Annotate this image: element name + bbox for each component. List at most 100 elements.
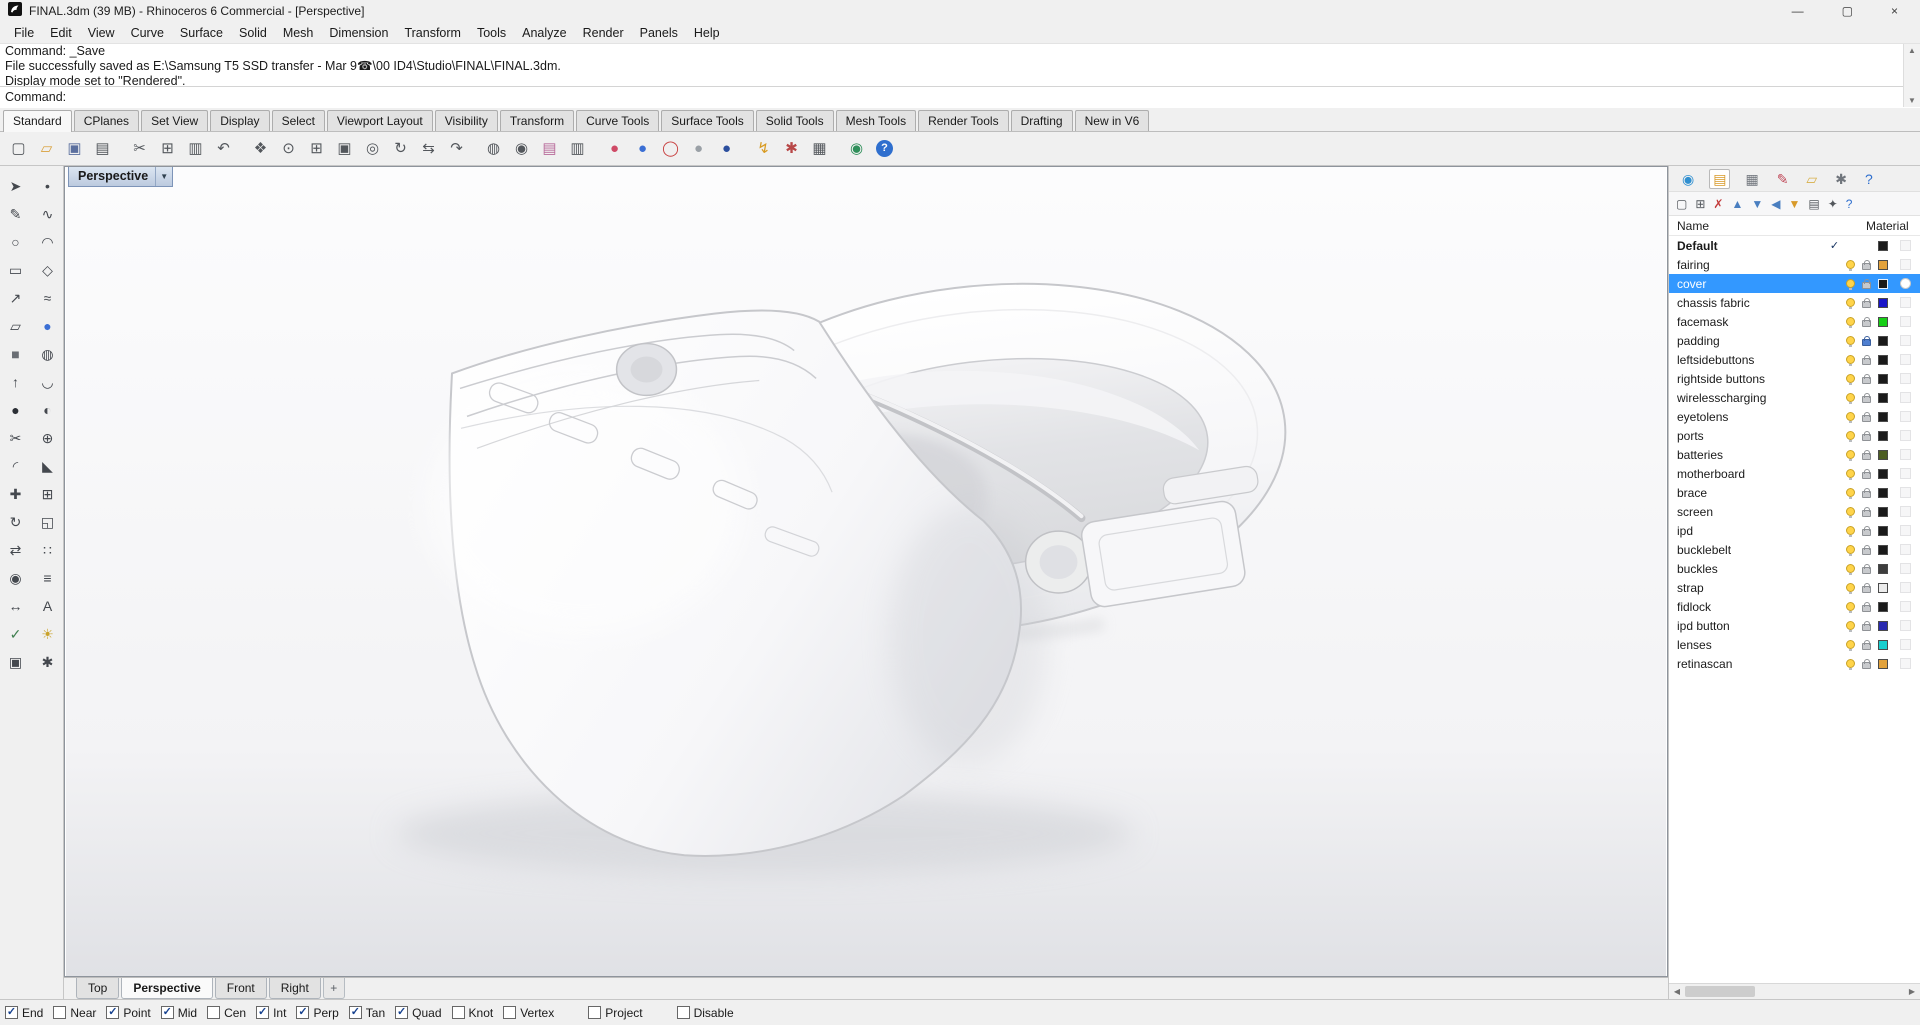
layer-color-swatch[interactable] — [1874, 620, 1891, 631]
layer-color-swatch[interactable] — [1874, 563, 1891, 574]
osnap-checkbox[interactable]: ✓ — [5, 1006, 18, 1019]
layer-color-swatch[interactable] — [1874, 430, 1891, 441]
rotate-icon[interactable]: ↻ — [2, 509, 30, 535]
osnap-project[interactable]: Project — [588, 1006, 643, 1020]
layer-visibility-bulb-icon[interactable] — [1842, 393, 1858, 404]
layer-color-swatch[interactable] — [1874, 658, 1891, 669]
layer-material-swatch[interactable] — [1891, 658, 1920, 669]
new-viewport-tab-button[interactable]: + — [322, 978, 345, 999]
zoom-extents-icon[interactable]: ▣ — [331, 135, 358, 162]
layer-lock-icon[interactable] — [1858, 544, 1874, 555]
layer-lock-icon[interactable] — [1858, 411, 1874, 422]
osnap-checkbox[interactable] — [588, 1006, 602, 1019]
tab-drafting[interactable]: Drafting — [1010, 110, 1073, 131]
layer-visibility-bulb-icon[interactable] — [1842, 545, 1858, 556]
layer-material-swatch[interactable] — [1891, 620, 1920, 631]
layer-color-swatch[interactable] — [1874, 601, 1891, 612]
arc-icon[interactable]: ◠ — [34, 229, 62, 255]
collapse-button[interactable]: ◀ — [1771, 198, 1780, 210]
menu-solid[interactable]: Solid — [231, 24, 275, 42]
layer-lock-icon[interactable] — [1858, 487, 1874, 498]
fillet-icon[interactable]: ◜ — [2, 453, 30, 479]
layer-lock-icon[interactable] — [1858, 601, 1874, 612]
layer-lock-icon[interactable] — [1858, 620, 1874, 631]
layer-visibility-bulb-icon[interactable] — [1842, 412, 1858, 423]
layer-row[interactable]: ports — [1669, 426, 1920, 445]
menu-edit[interactable]: Edit — [42, 24, 80, 42]
layer-row[interactable]: screen — [1669, 502, 1920, 521]
menu-analyze[interactable]: Analyze — [514, 24, 574, 42]
zoom-dynamic-icon[interactable]: ⊙ — [275, 135, 302, 162]
close-button[interactable]: × — [1891, 4, 1898, 18]
undo-icon[interactable]: ↶ — [210, 135, 237, 162]
layer-panel-horizontal-scrollbar[interactable]: ◀ ▶ — [1669, 983, 1920, 999]
tab-select[interactable]: Select — [271, 110, 325, 131]
perspective-viewport[interactable]: Perspective ▼ — [64, 166, 1668, 977]
layer-material-swatch[interactable] — [1891, 563, 1920, 574]
osnap-checkbox[interactable]: ✓ — [395, 1006, 409, 1019]
tab-render-tools[interactable]: Render Tools — [918, 110, 1009, 131]
tab-curve-tools[interactable]: Curve Tools — [576, 110, 660, 131]
layer-lock-icon[interactable] — [1858, 506, 1874, 517]
osnap-perp[interactable]: ✓ Perp — [296, 1006, 339, 1020]
scroll-left-icon[interactable]: ◀ — [1669, 987, 1685, 996]
menu-help[interactable]: Help — [686, 24, 728, 42]
layer-lock-icon[interactable] — [1858, 316, 1874, 327]
explode-icon[interactable]: ✱ — [34, 649, 62, 675]
layer-lock-icon[interactable] — [1858, 525, 1874, 536]
tab-transform[interactable]: Transform — [499, 110, 575, 131]
join-icon[interactable]: ⊕ — [34, 425, 62, 451]
lock-objects-icon[interactable]: ◉ — [508, 135, 535, 162]
osnap-cen[interactable]: Cen — [207, 1006, 246, 1020]
layer-material-swatch[interactable] — [1891, 259, 1920, 270]
menu-file[interactable]: File — [6, 24, 42, 42]
column-header-name[interactable]: Name — [1669, 219, 1866, 233]
layer-material-swatch[interactable] — [1891, 582, 1920, 593]
layer-color-swatch[interactable] — [1874, 278, 1891, 289]
osnap-checkbox[interactable]: ✓ — [106, 1006, 120, 1019]
ghosted-mode-icon[interactable]: ● — [713, 135, 740, 162]
vp-tab-front[interactable]: Front — [214, 978, 267, 999]
delete-layer-button[interactable]: ✗ — [1713, 198, 1723, 210]
layer-color-swatch[interactable] — [1874, 411, 1891, 422]
layer-row[interactable]: fidlock — [1669, 597, 1920, 616]
layer-row[interactable]: Default ✓ — [1669, 236, 1920, 255]
loft-icon[interactable]: ◡ — [34, 369, 62, 395]
layer-material-swatch[interactable] — [1891, 392, 1920, 403]
osnap-checkbox[interactable] — [503, 1006, 517, 1019]
tab-visibility[interactable]: Visibility — [434, 110, 498, 131]
layer-material-swatch[interactable] — [1891, 430, 1920, 441]
layer-lock-icon[interactable] — [1858, 563, 1874, 574]
new-file-icon[interactable]: ▢ — [5, 135, 32, 162]
osnap-checkbox[interactable]: ✓ — [348, 1006, 362, 1019]
cut-icon[interactable]: ✂ — [126, 135, 153, 162]
trim-icon[interactable]: ✂ — [2, 425, 30, 451]
layer-color-swatch[interactable] — [1874, 335, 1891, 346]
layer-row[interactable]: rightside buttons — [1669, 369, 1920, 388]
cylinder-icon[interactable]: ◍ — [34, 341, 62, 367]
extrude-icon[interactable]: ↑ — [2, 369, 30, 395]
tab-mesh-tools[interactable]: Mesh Tools — [835, 110, 917, 131]
osnap-tan[interactable]: ✓ Tan — [348, 1006, 385, 1020]
command-scrollbar[interactable]: ▲ ▼ — [1903, 44, 1920, 107]
osnap-knot[interactable]: Knot — [451, 1006, 493, 1020]
layer-color-swatch[interactable] — [1874, 240, 1891, 251]
shaded-mode-icon[interactable]: ● — [685, 135, 712, 162]
maximize-button[interactable]: ▢ — [1842, 4, 1853, 18]
layer-material-swatch[interactable] — [1891, 354, 1920, 365]
layer-row[interactable]: leftsidebuttons — [1669, 350, 1920, 369]
osnap-checkbox[interactable]: ✓ — [160, 1006, 174, 1019]
layer-color-swatch[interactable] — [1874, 449, 1891, 460]
layer-row[interactable]: strap — [1669, 578, 1920, 597]
minimize-button[interactable]: — — [1792, 4, 1804, 18]
chamfer-icon[interactable]: ◣ — [34, 453, 62, 479]
sphere-icon[interactable]: ● — [34, 313, 62, 339]
layer-color-swatch[interactable] — [1874, 354, 1891, 365]
layer-material-swatch[interactable] — [1891, 601, 1920, 612]
layer-visibility-bulb-icon[interactable] — [1842, 431, 1858, 442]
group-icon[interactable]: ▣ — [2, 649, 30, 675]
layer-visibility-bulb-icon[interactable] — [1842, 583, 1858, 594]
copy-icon[interactable]: ⊞ — [154, 135, 181, 162]
print-icon[interactable]: ▤ — [89, 135, 116, 162]
viewport-title-text[interactable]: Perspective — [69, 167, 155, 186]
